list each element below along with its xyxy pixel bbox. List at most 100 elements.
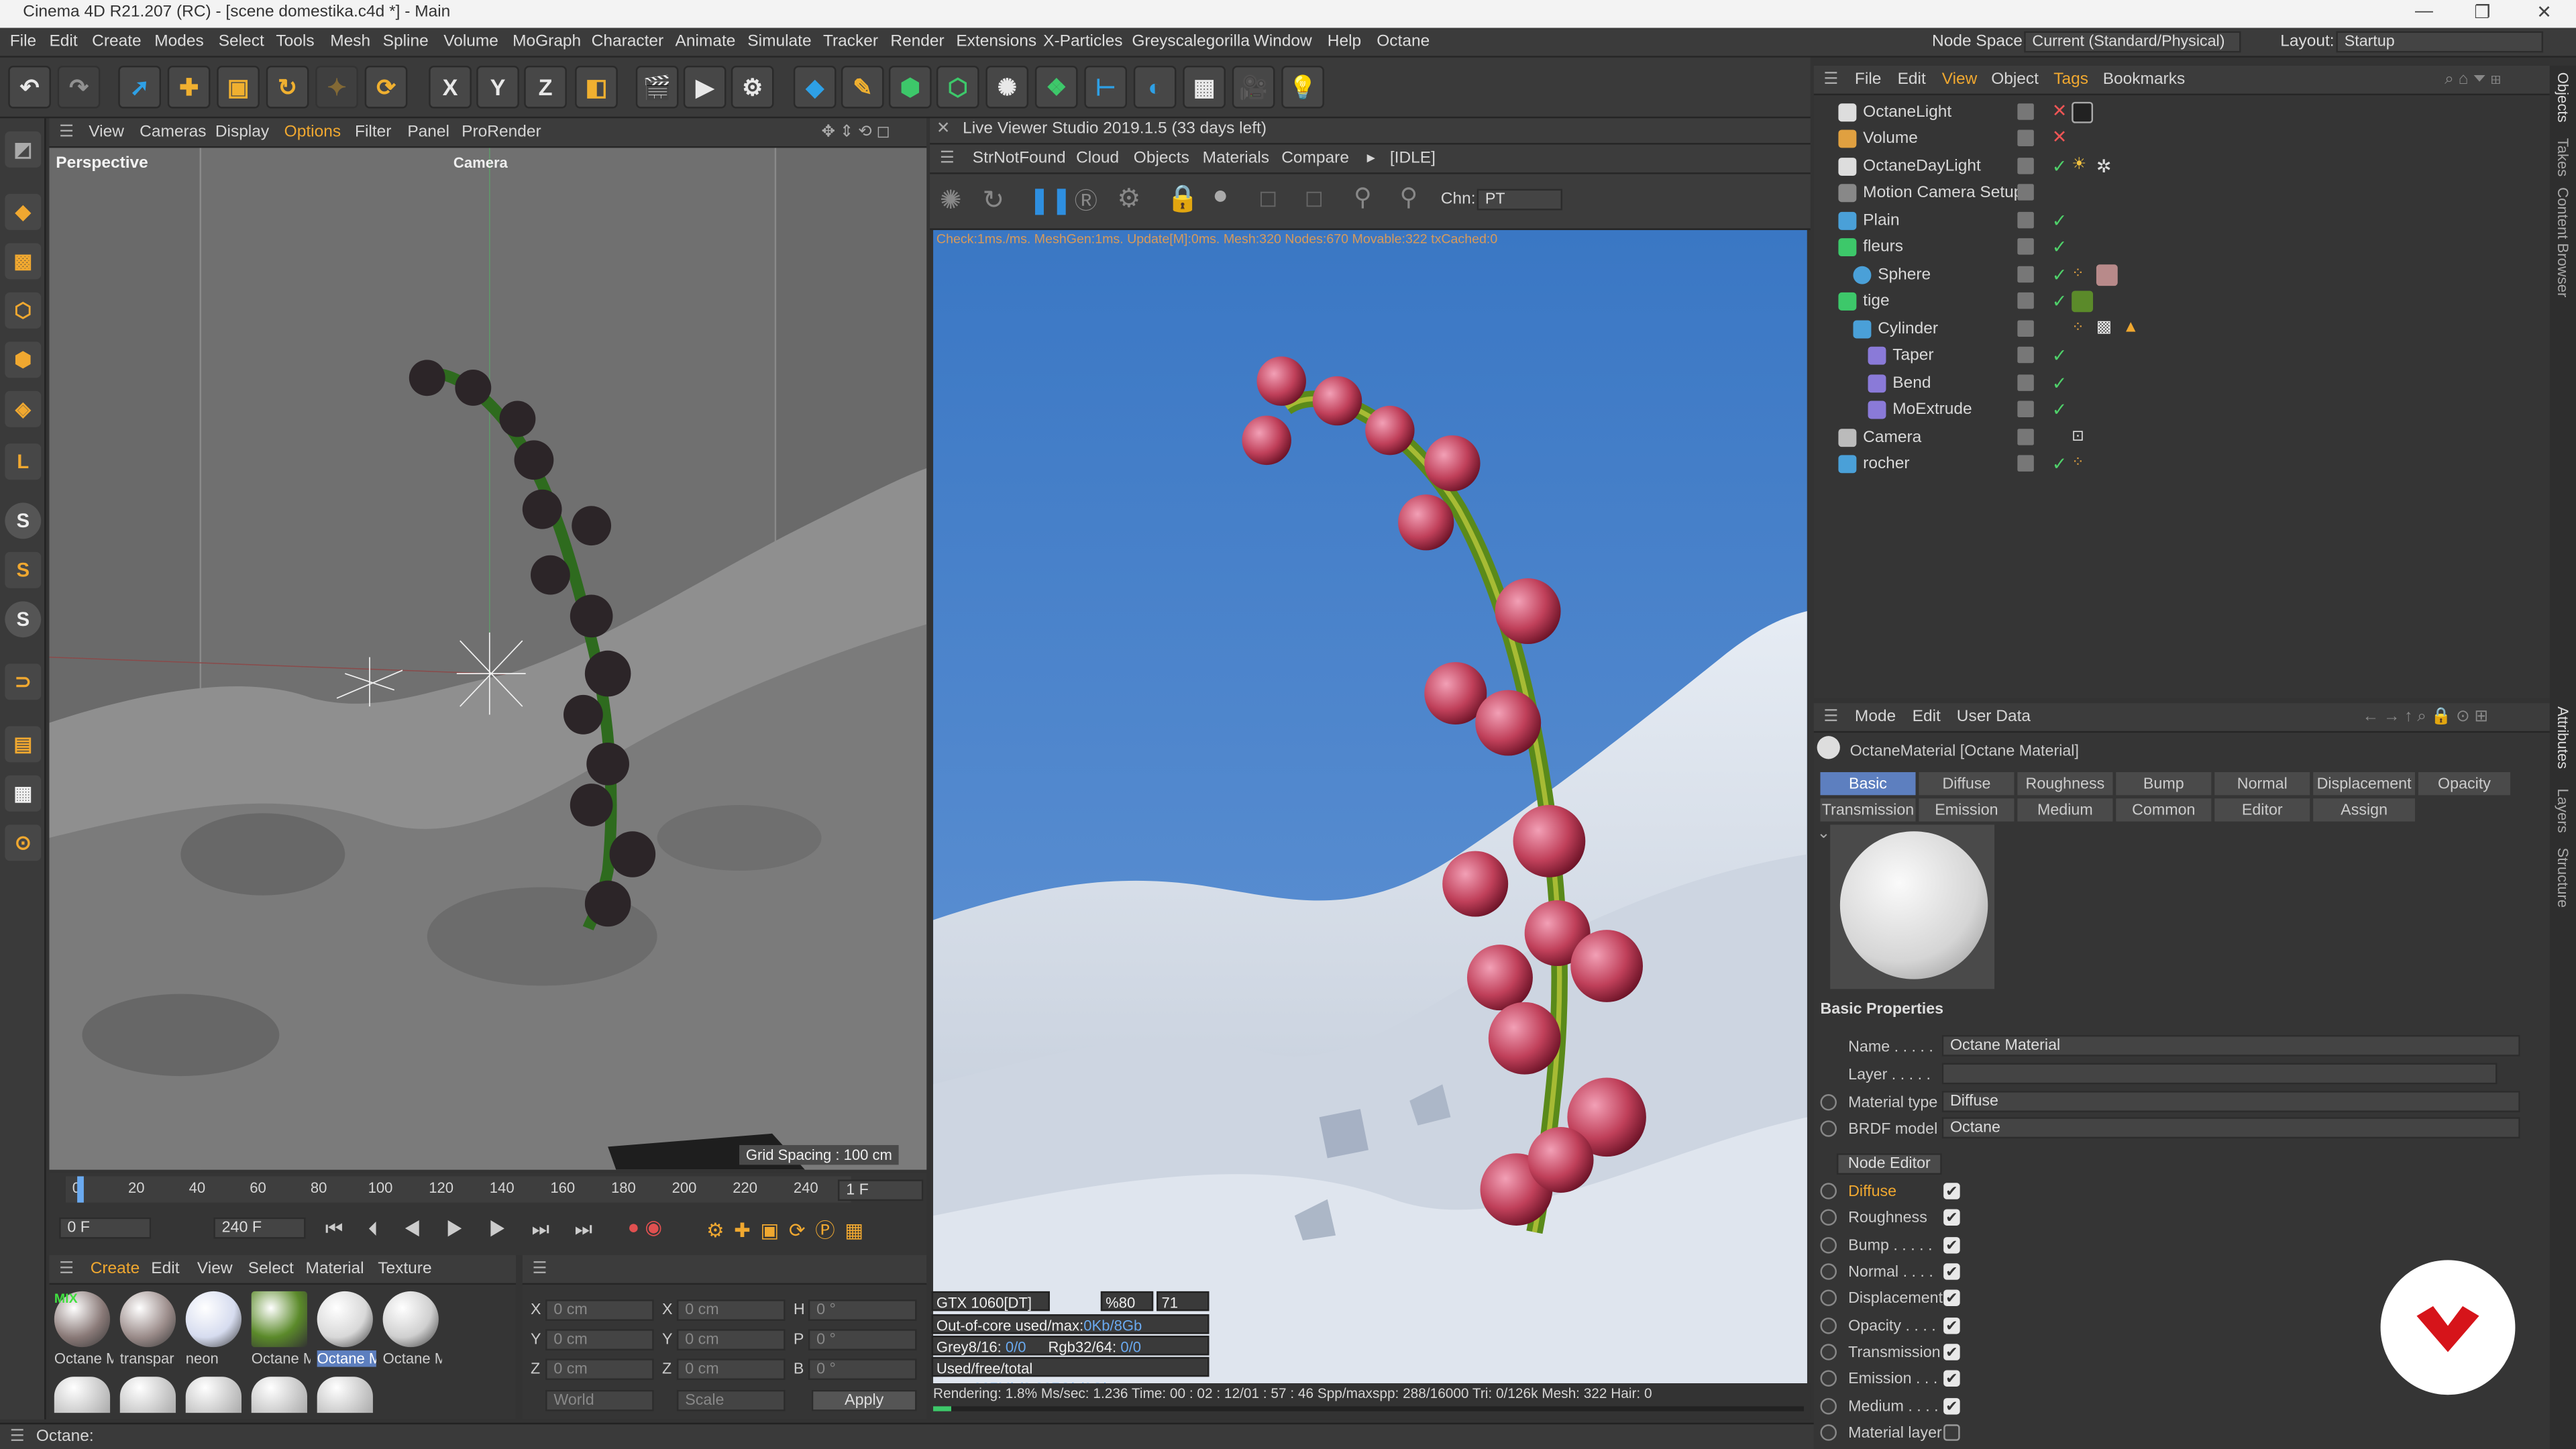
pos-y-field[interactable]: 0 cm: [545, 1329, 654, 1351]
apply-button[interactable]: Apply: [811, 1389, 917, 1411]
menu-help[interactable]: Help: [1328, 33, 1361, 51]
material-tag-icon[interactable]: [2096, 264, 2118, 286]
close-icon[interactable]: ✕: [2536, 1, 2552, 23]
menu-select[interactable]: Select: [219, 33, 264, 51]
model-mode-icon[interactable]: ◆: [5, 193, 42, 230]
floor-icon[interactable]: ▦: [1183, 65, 1226, 109]
menu-window[interactable]: Window: [1254, 33, 1312, 51]
tab-normal[interactable]: Normal: [2214, 772, 2310, 796]
enabled-check-icon[interactable]: ✓: [2052, 264, 2068, 286]
material-label[interactable]: transpar: [120, 1350, 179, 1366]
lock-workplane-icon[interactable]: ⊙: [5, 824, 42, 861]
deformer-icon[interactable]: ⊢: [1084, 65, 1128, 109]
enabled-check-icon[interactable]: ✓: [2052, 210, 2068, 231]
object-row[interactable]: Motion Camera Setup: [1814, 180, 2550, 207]
side-tab-content-browser[interactable]: Content Browser: [2555, 187, 2571, 297]
enabled-check-icon[interactable]: ✓: [2052, 345, 2068, 366]
menu-xparticles[interactable]: X-Particles: [1043, 33, 1122, 51]
object-row[interactable]: Bend ✓: [1814, 371, 2550, 397]
material-swatch[interactable]: [317, 1377, 373, 1413]
tab-medium[interactable]: Medium: [2017, 798, 2113, 822]
material-swatch[interactable]: [119, 1291, 176, 1348]
menu-create[interactable]: Create: [92, 33, 142, 51]
redo-icon[interactable]: ↷: [57, 65, 101, 109]
om-menu-edit[interactable]: Edit: [1898, 70, 1926, 89]
object-row[interactable]: OctaneLight ✕: [1814, 100, 2550, 126]
perspective-viewport[interactable]: Perspective Camera Grid Spacing : 100 cm: [49, 148, 927, 1170]
side-tab-attributes[interactable]: Attributes: [2555, 706, 2571, 769]
keyframe-radio[interactable]: [1820, 1263, 1837, 1280]
om-menu-view[interactable]: View: [1942, 70, 1978, 89]
lv-more-icon[interactable]: ▸: [1367, 150, 1375, 168]
tab-emission[interactable]: Emission: [1919, 798, 2015, 822]
keyframe-radio[interactable]: [1820, 1183, 1837, 1199]
menu-spline[interactable]: Spline: [383, 33, 429, 51]
light-icon[interactable]: 💡: [1281, 65, 1324, 109]
live-viewer-render[interactable]: Check:1ms./ms. MeshGen:1ms. Update[M]:0m…: [933, 229, 1807, 1384]
keyframe-radio[interactable]: [1820, 1318, 1837, 1334]
edges-mode-icon[interactable]: ⬢: [5, 341, 42, 378]
vp-menu-filter[interactable]: Filter: [355, 123, 391, 142]
lv-pick-focus-icon[interactable]: ⚲: [1354, 182, 1372, 212]
opacity-checkbox[interactable]: ✔: [1943, 1318, 1960, 1334]
phong-tag-icon[interactable]: ⁘: [2072, 319, 2093, 340]
vp-menu-display[interactable]: Display: [215, 123, 269, 142]
status-hamburger-icon[interactable]: ☰: [10, 1428, 25, 1446]
name-field[interactable]: Octane Material: [1941, 1034, 2520, 1057]
material-swatch[interactable]: [317, 1291, 373, 1348]
material-label[interactable]: neon: [186, 1350, 245, 1366]
texture-mode-icon[interactable]: ▩: [5, 243, 42, 280]
layer-field[interactable]: [1941, 1063, 2498, 1085]
vp-menu-view[interactable]: View: [89, 123, 124, 142]
keyframe-radio[interactable]: [1820, 1289, 1837, 1306]
material-swatch[interactable]: [185, 1291, 242, 1348]
object-row[interactable]: Camera ⊡: [1814, 425, 2550, 451]
side-tab-takes[interactable]: Takes: [2555, 138, 2571, 177]
roughness-checkbox[interactable]: ✔: [1943, 1209, 1960, 1226]
keyframe-radio[interactable]: [1820, 1094, 1837, 1111]
material-swatch[interactable]: [251, 1377, 307, 1413]
material-preview[interactable]: [1830, 824, 1995, 989]
material-layer-checkbox[interactable]: [1943, 1424, 1960, 1441]
phong-tag-icon[interactable]: ⁘: [2072, 453, 2093, 475]
om-menu-tags[interactable]: Tags: [2053, 70, 2088, 89]
attr-nav-icons[interactable]: ← → ↑ ⌕ 🔒 ⊙ ⊞: [2363, 708, 2488, 727]
menu-mesh[interactable]: Mesh: [330, 33, 370, 51]
keyframe-radio[interactable]: [1820, 1209, 1837, 1226]
checker-tag-icon[interactable]: ▩: [2096, 319, 2118, 340]
lv-channel-select[interactable]: PT: [1477, 189, 1562, 211]
coord-hamburger-icon[interactable]: ☰: [532, 1260, 547, 1278]
camera-icon[interactable]: 🎥: [1232, 65, 1275, 109]
z-axis-icon[interactable]: Z: [524, 65, 567, 109]
gear-tag-icon[interactable]: ✲: [2096, 156, 2118, 177]
render-view-icon[interactable]: 🎬: [635, 65, 679, 109]
warning-tag-icon[interactable]: ▲: [2123, 319, 2144, 340]
y-axis-icon[interactable]: Y: [476, 65, 519, 109]
hamburger-icon[interactable]: ☰: [59, 123, 74, 142]
side-tab-objects[interactable]: Objects: [2555, 72, 2571, 123]
magnet-icon[interactable]: ⊃: [5, 663, 42, 700]
maximize-icon[interactable]: ❐: [2474, 1, 2490, 23]
scale-tool-icon[interactable]: ▣: [217, 65, 260, 109]
material-label-selected[interactable]: Octane M: [317, 1350, 376, 1367]
max-frame-field[interactable]: 240 F: [213, 1217, 306, 1239]
diffuse-checkbox[interactable]: ✔: [1943, 1183, 1960, 1199]
lv-hamburger-icon[interactable]: ☰: [940, 150, 955, 168]
normal-checkbox[interactable]: ✔: [1943, 1263, 1960, 1280]
menu-render[interactable]: Render: [890, 33, 944, 51]
render-picture-viewer-icon[interactable]: ▶: [683, 65, 727, 109]
enabled-check-icon[interactable]: ✓: [2052, 399, 2068, 421]
attr-menu-edit[interactable]: Edit: [1913, 708, 1941, 727]
mat-menu-view[interactable]: View: [197, 1260, 233, 1278]
keyframe-radio[interactable]: [1820, 1344, 1837, 1360]
attr-menu-userdata[interactable]: User Data: [1957, 708, 2031, 727]
attr-menu-mode[interactable]: Mode: [1855, 708, 1896, 727]
layout-select[interactable]: Startup: [2336, 31, 2544, 53]
tab-bump[interactable]: Bump: [2116, 772, 2212, 796]
displacement-checkbox[interactable]: ✔: [1943, 1289, 1960, 1306]
keyframe-radio[interactable]: [1820, 1120, 1837, 1137]
collapse-chevron-icon[interactable]: ⌄: [1817, 824, 1831, 843]
object-row[interactable]: Cylinder ⁘ ▩ ▲: [1814, 317, 2550, 343]
lv-material-ball-icon[interactable]: ●: [1212, 182, 1228, 212]
mat-menu-material[interactable]: Material: [306, 1260, 364, 1278]
